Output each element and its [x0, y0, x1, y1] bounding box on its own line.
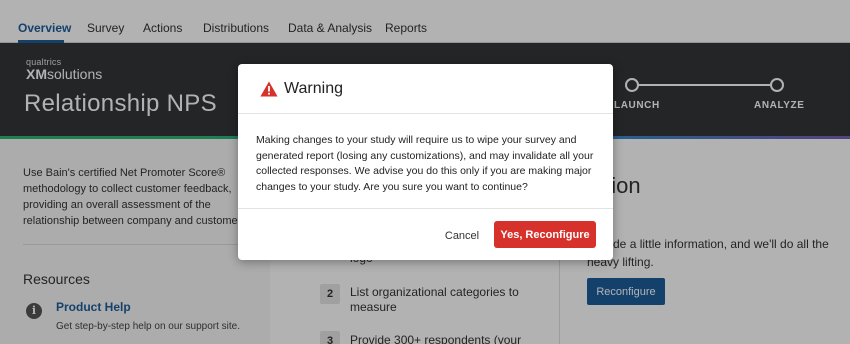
dialog-message: Making changes to your study will requir… [256, 134, 594, 193]
cancel-button[interactable]: Cancel [434, 225, 490, 247]
dialog-footer-divider [238, 208, 613, 209]
dialog-header: Warning [238, 64, 613, 114]
dialog-title: Warning [284, 80, 343, 97]
warning-icon [260, 81, 278, 97]
confirm-reconfigure-button[interactable]: Yes, Reconfigure [494, 221, 596, 248]
warning-dialog: Warning Making changes to your study wil… [238, 64, 613, 260]
